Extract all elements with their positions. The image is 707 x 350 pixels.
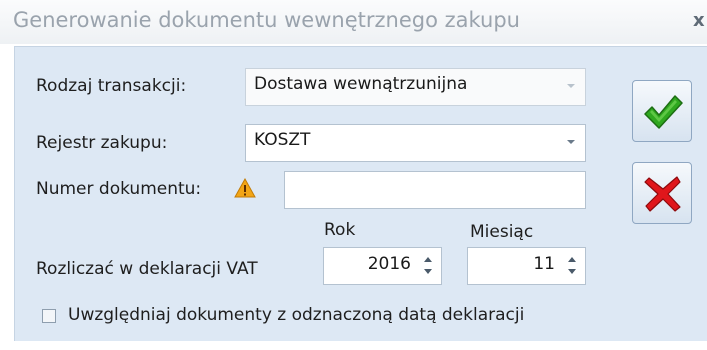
document-number-label: Numer dokumentu: (36, 179, 202, 199)
transaction-type-label: Rodzaj transakcji: (36, 76, 187, 96)
purchase-register-label: Rejestr zakupu: (36, 133, 168, 153)
include-documents-label[interactable]: Uwzględniaj dokumenty z odznaczoną datą … (68, 305, 524, 325)
vat-declaration-label: Rozliczać w deklaracji VAT (36, 259, 258, 279)
warning-icon (234, 177, 256, 198)
year-spin-buttons[interactable] (422, 253, 434, 279)
confirm-button[interactable] (632, 80, 692, 142)
include-documents-checkbox[interactable] (42, 309, 56, 323)
chevron-down-icon (567, 84, 575, 88)
chevron-down-icon (567, 140, 575, 144)
window-title: Generowanie dokumentu wewnętrznego zakup… (13, 8, 520, 32)
purchase-register-value: KOSZT (254, 130, 311, 150)
year-stepper[interactable]: 2016 (323, 247, 442, 285)
red-cross-icon (644, 176, 681, 212)
purchase-register-select[interactable]: KOSZT (245, 124, 586, 162)
green-checkmark-icon (644, 95, 683, 129)
chevron-up-icon[interactable] (568, 257, 576, 262)
year-header: Rok (324, 220, 356, 240)
year-value: 2016 (367, 254, 411, 274)
close-icon[interactable]: x (693, 10, 707, 31)
transaction-type-value: Dostawa wewnątrzunijna (254, 74, 468, 94)
title-bar: Generowanie dokumentu wewnętrznego zakup… (0, 0, 707, 44)
chevron-down-icon[interactable] (424, 269, 432, 274)
month-header: Miesiąc (470, 222, 534, 242)
month-value: 11 (533, 254, 555, 274)
month-spin-buttons[interactable] (566, 253, 578, 279)
chevron-down-icon[interactable] (568, 269, 576, 274)
document-number-field[interactable] (284, 171, 586, 209)
transaction-type-select[interactable]: Dostawa wewnątrzunijna (245, 68, 586, 106)
month-stepper[interactable]: 11 (467, 247, 586, 285)
cancel-button[interactable] (632, 162, 692, 224)
chevron-up-icon[interactable] (424, 257, 432, 262)
